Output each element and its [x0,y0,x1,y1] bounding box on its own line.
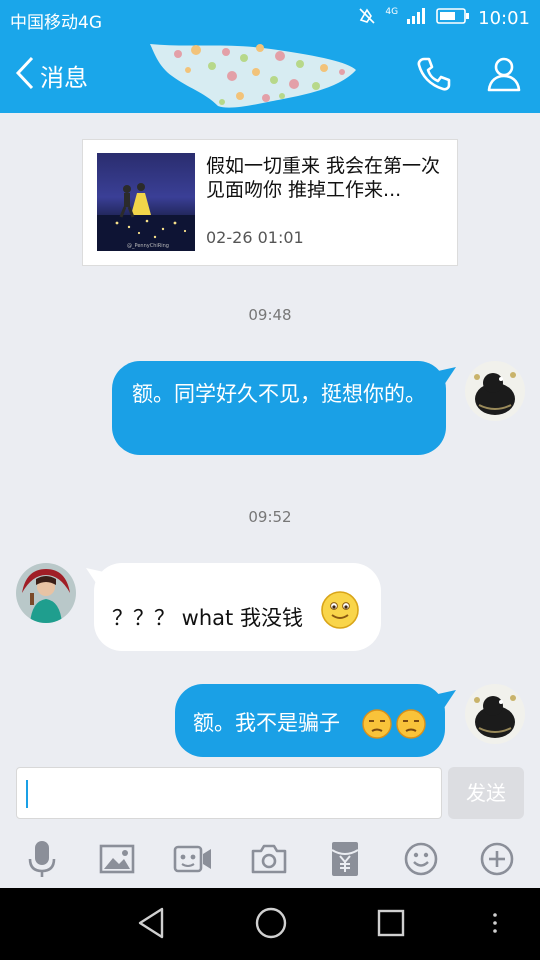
my-avatar[interactable] [465,361,525,421]
incoming-message-bubble[interactable]: ？？？ what 我没钱 [94,563,381,651]
image-icon[interactable] [95,837,139,881]
back-chevron-icon [14,56,36,94]
battery-icon [436,7,470,29]
system-navigation-bar [0,888,540,960]
chat-area[interactable]: @_PennyChiRing 假如一切重来 我会在第一次见面吻你 推掉工作来..… [0,113,540,761]
contact-avatar[interactable] [16,563,76,623]
card-date: 02-26 01:01 [206,228,304,247]
message-timestamp: 09:48 [248,306,292,324]
thumb-caption: @_PennyChiRing [127,243,169,249]
nav-back-icon[interactable] [136,906,166,944]
card-thumbnail: @_PennyChiRing [97,153,195,251]
camera-icon[interactable] [247,837,291,881]
bubble-tail [438,690,456,708]
carrier-label: 中国移动4G [10,13,102,33]
header-decoration [150,44,356,108]
back-label: 消息 [40,63,88,92]
bubble-tail [438,367,456,385]
plus-icon[interactable] [475,837,519,881]
composer: 发送 [0,761,540,888]
message-timestamp: 09:52 [248,508,292,526]
unamused-emoji [395,708,427,747]
unamused-emoji [361,708,393,747]
microphone-icon[interactable] [20,837,64,881]
nav-more-icon[interactable] [490,906,500,944]
red-packet-icon[interactable] [323,837,367,881]
message-text: 额。我不是骗子 [193,711,340,735]
message-text: 额。同学好久不见，挺想你的。 [132,382,426,406]
smile-emoji [320,590,360,637]
message-input[interactable] [16,767,442,819]
message-text: ？？？ what 我没钱 [112,606,303,630]
text-caret [26,780,28,808]
clock: 10:01 [478,7,530,29]
mute-icon [357,6,377,30]
card-title: 假如一切重来 我会在第一次见面吻你 推掉工作来... [206,155,441,201]
back-button[interactable]: 消息 [14,56,88,94]
send-button[interactable]: 发送 [448,767,524,819]
signal-icon [406,7,428,29]
emoji-icon[interactable] [399,837,443,881]
phone-icon[interactable] [414,54,454,98]
nav-recents-icon[interactable] [376,906,406,944]
composer-toolbar [0,837,540,881]
outgoing-message-bubble[interactable]: 额。我不是骗子 [175,684,445,757]
chat-header: 消息 [0,38,540,113]
shared-link-card[interactable]: @_PennyChiRing 假如一切重来 我会在第一次见面吻你 推掉工作来..… [82,139,458,266]
my-avatar[interactable] [465,684,525,744]
profile-icon[interactable] [484,54,524,98]
video-icon[interactable] [171,837,215,881]
network-type: 4G [385,7,399,17]
nav-home-icon[interactable] [254,906,288,944]
status-bar: 中国移动4G 4G 10:01 [0,0,540,38]
outgoing-message-bubble[interactable]: 额。同学好久不见，挺想你的。 [112,361,446,455]
